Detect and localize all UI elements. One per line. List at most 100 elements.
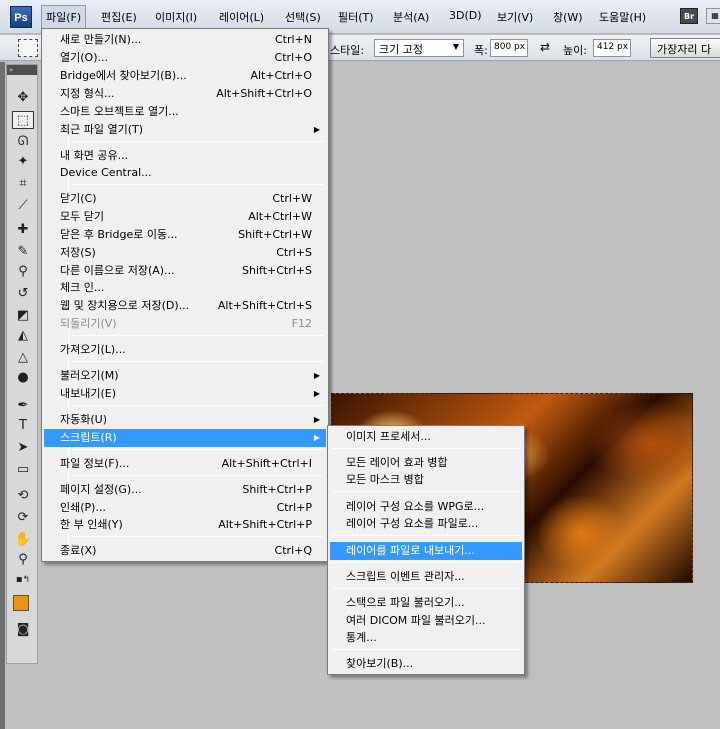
zoom-icon[interactable]: ⚲: [12, 551, 34, 569]
menu-item-save[interactable]: 저장(S) Ctrl+S: [44, 244, 326, 262]
blur-icon[interactable]: △: [12, 349, 34, 367]
menu-label: 내 화면 공유...: [60, 149, 129, 162]
3d-orbit-icon[interactable]: ⟳: [12, 509, 34, 527]
menu-item-export[interactable]: 내보내기(E) ▶: [44, 385, 326, 403]
submenu-item-browse[interactable]: 찾아보기(B)...: [330, 655, 522, 673]
type-icon[interactable]: T: [12, 417, 34, 435]
minibridge-icon[interactable]: ▦: [706, 8, 720, 24]
menu-layer[interactable]: 레이어(L): [219, 9, 264, 25]
menu-item-place[interactable]: 가져오기(L)...: [44, 341, 326, 359]
submenu-item-image-processor[interactable]: 이미지 프로세서...: [330, 428, 522, 446]
height-input[interactable]: 412 px: [593, 39, 631, 57]
submenu-item-comps-to-files[interactable]: 레이어 구성 요소를 파일로...: [330, 515, 522, 533]
menu-item-new[interactable]: 새로 만들기(N)... Ctrl+N: [44, 31, 326, 49]
submenu-item-merge-masks[interactable]: 모든 마스크 병합: [330, 471, 522, 489]
menu-shortcut: Alt+Shift+Ctrl+I: [221, 457, 312, 470]
submenu-item-load-dicom-files[interactable]: 여러 DICOM 파일 불러오기...: [330, 612, 522, 630]
menu-item-file-info[interactable]: 파일 정보(F)... Alt+Shift+Ctrl+I: [44, 455, 326, 473]
eraser-icon[interactable]: ◩: [12, 307, 34, 325]
menu-label: 되돌리기(V): [60, 317, 117, 330]
menu-item-open-smart-object[interactable]: 스마트 오브젝트로 열기...: [44, 103, 326, 121]
menu-view[interactable]: 보기(V): [497, 9, 533, 25]
menu-shortcut: Ctrl+W: [272, 192, 312, 205]
dodge-icon[interactable]: ●: [12, 369, 34, 387]
menu-label: 모두 닫기: [60, 210, 104, 223]
menu-edit[interactable]: 편집(E): [101, 9, 137, 25]
menu-item-share-screen[interactable]: 내 화면 공유...: [44, 147, 326, 165]
menu-file[interactable]: 파일(F): [41, 5, 87, 28]
menu-item-page-setup[interactable]: 페이지 설정(G)... Shift+Ctrl+P: [44, 481, 326, 499]
swap-colors-icon[interactable]: ◾↰: [12, 571, 34, 589]
menu-item-device-central[interactable]: Device Central...: [44, 164, 326, 182]
menu-item-save-as[interactable]: 다른 이름으로 저장(A)... Shift+Ctrl+S: [44, 262, 326, 280]
submenu-item-statistics[interactable]: 통계...: [330, 629, 522, 647]
refine-edge-button[interactable]: 가장자리 다: [650, 38, 720, 58]
menu-item-open-as[interactable]: 지정 형식... Alt+Shift+Ctrl+O: [44, 85, 326, 103]
menu-select[interactable]: 선택(S): [285, 9, 321, 25]
menu-window[interactable]: 창(W): [553, 9, 583, 25]
panel-collapse-icon[interactable]: »: [7, 65, 37, 75]
menu-label: 체크 인...: [60, 281, 105, 294]
menu-item-print[interactable]: 인쇄(P)... Ctrl+P: [44, 499, 326, 517]
menu-label: 최근 파일 열기(T): [60, 123, 144, 136]
menu-filter[interactable]: 필터(T): [338, 9, 374, 25]
menu-item-open[interactable]: 열기(O)... Ctrl+O: [44, 49, 326, 67]
menu-item-print-one-copy[interactable]: 한 부 인쇄(Y) Alt+Shift+Ctrl+P: [44, 516, 326, 534]
menu-label: 다른 이름으로 저장(A)...: [60, 264, 175, 277]
menu-shortcut: Alt+Shift+Ctrl+S: [217, 299, 312, 312]
submenu-item-script-events-manager[interactable]: 스크립트 이벤트 관리자...: [330, 568, 522, 586]
menu-image[interactable]: 이미지(I): [155, 9, 197, 25]
menu-item-open-recent[interactable]: 최근 파일 열기(T) ▶: [44, 121, 326, 139]
brush-icon[interactable]: ✎: [12, 243, 34, 261]
move-icon[interactable]: ✥: [12, 89, 34, 107]
eyedropper-icon[interactable]: ⟋: [12, 197, 34, 215]
submenu-item-merge-layer-effects[interactable]: 모든 레이어 효과 병합: [330, 454, 522, 472]
healing-brush-icon[interactable]: ✚: [12, 221, 34, 239]
menu-separator: [332, 448, 520, 449]
3d-rotate-icon[interactable]: ⟲: [12, 487, 34, 505]
clone-stamp-icon[interactable]: ⚲: [12, 263, 34, 281]
swap-dimensions-icon[interactable]: ⇄: [540, 40, 550, 54]
style-select[interactable]: 크기 고정 ▼: [374, 39, 464, 57]
submenu-item-comps-to-wpg[interactable]: 레이어 구성 요소를 WPG로...: [330, 498, 522, 516]
menu-label: 새로 만들기(N)...: [60, 33, 142, 46]
menu-label: 닫은 후 Bridge로 이동...: [60, 228, 178, 241]
menu-item-close-all[interactable]: 모두 닫기 Alt+Ctrl+W: [44, 208, 326, 226]
marquee-icon[interactable]: ⬚: [12, 111, 34, 129]
submenu-item-export-layers-to-files[interactable]: 레이어를 파일로 내보내기...: [330, 542, 522, 560]
pen-icon[interactable]: ✒: [12, 397, 34, 415]
quick-mask-icon[interactable]: ◙: [12, 621, 34, 639]
gradient-icon[interactable]: ◭: [12, 327, 34, 345]
bridge-button[interactable]: Br: [680, 8, 698, 24]
menu-item-automate[interactable]: 자동화(U) ▶: [44, 411, 326, 429]
magic-wand-icon[interactable]: ✦: [12, 153, 34, 171]
menu-item-close[interactable]: 닫기(C) Ctrl+W: [44, 190, 326, 208]
menu-item-exit[interactable]: 종료(X) Ctrl+Q: [44, 542, 326, 560]
menu-item-scripts[interactable]: 스크립트(R) ▶: [44, 429, 326, 447]
submenu-item-load-files-into-stack[interactable]: 스택으로 파일 불러오기...: [330, 594, 522, 612]
history-brush-icon[interactable]: ↺: [12, 285, 34, 303]
lasso-icon[interactable]: ᘏ: [12, 133, 34, 151]
shape-icon[interactable]: ▭: [12, 461, 34, 479]
menu-separator: [332, 562, 520, 563]
marquee-preset-icon[interactable]: [18, 39, 38, 57]
foreground-color-swatch[interactable]: [13, 595, 29, 611]
menu-3d[interactable]: 3D(D): [449, 9, 482, 22]
menu-item-check-in[interactable]: 체크 인...: [44, 279, 326, 297]
menu-label: 스크립트(R): [60, 431, 117, 444]
hand-icon[interactable]: ✋: [12, 531, 34, 549]
menu-help[interactable]: 도움말(H): [599, 9, 646, 25]
width-input[interactable]: 800 px: [490, 39, 528, 57]
menu-item-browse-bridge[interactable]: Bridge에서 찾아보기(B)... Alt+Ctrl+O: [44, 67, 326, 85]
menu-separator: [332, 649, 520, 650]
menu-shortcut: Ctrl+Q: [274, 544, 312, 557]
path-select-icon[interactable]: ➤: [12, 439, 34, 457]
menu-analysis[interactable]: 분석(A): [393, 9, 429, 25]
photoshop-logo[interactable]: Ps: [10, 6, 32, 28]
menu-item-close-go-bridge[interactable]: 닫은 후 Bridge로 이동... Shift+Ctrl+W: [44, 226, 326, 244]
menu-item-import[interactable]: 불러오기(M) ▶: [44, 367, 326, 385]
menu-shortcut: Shift+Ctrl+W: [238, 228, 312, 241]
menu-shortcut: Ctrl+O: [274, 51, 312, 64]
crop-icon[interactable]: ⌗: [12, 175, 34, 193]
menu-item-save-for-web[interactable]: 웹 및 장치용으로 저장(D)... Alt+Shift+Ctrl+S: [44, 297, 326, 315]
